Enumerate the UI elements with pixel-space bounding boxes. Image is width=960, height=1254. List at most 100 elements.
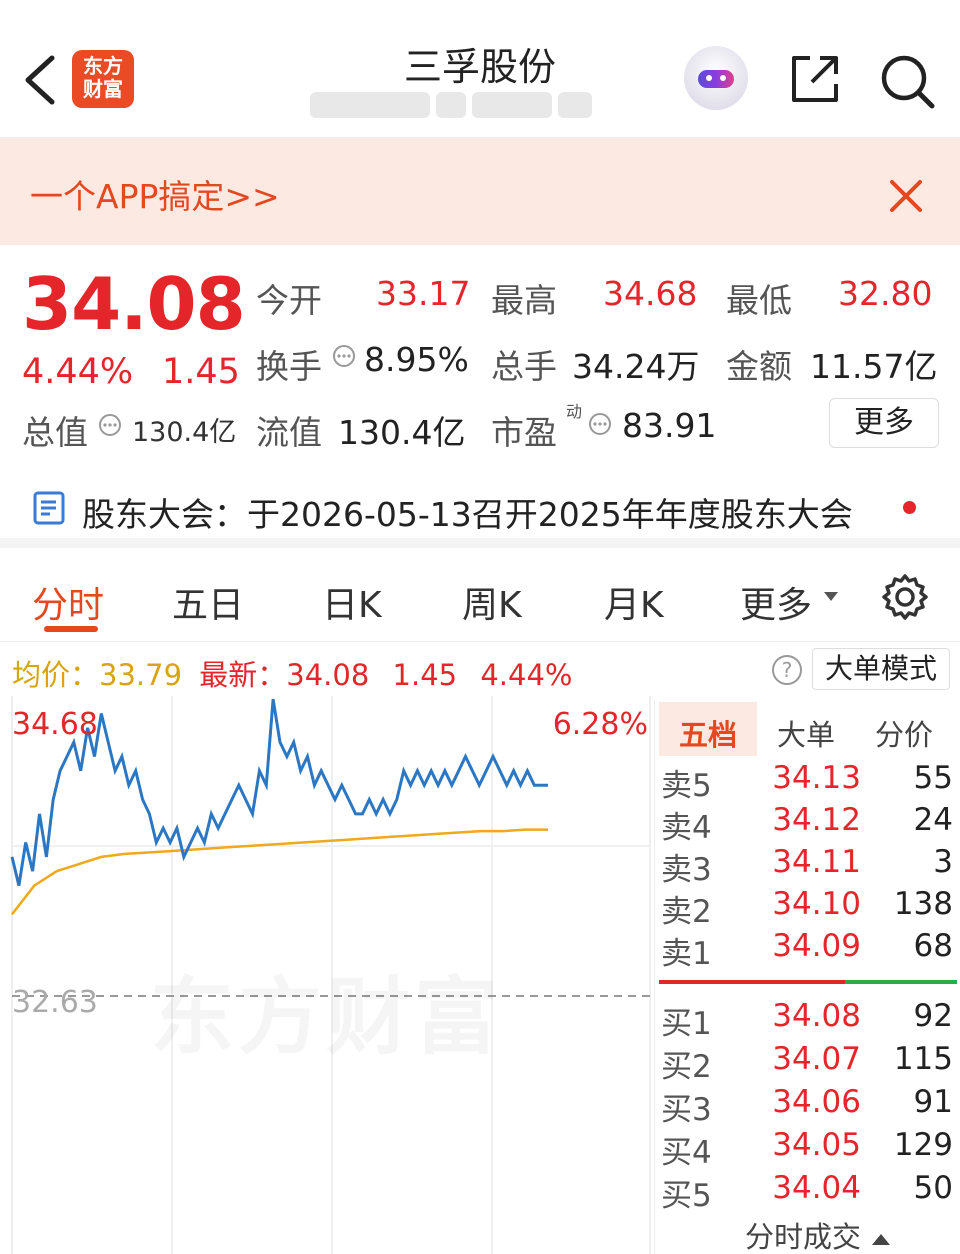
promo-banner[interactable]: 一个APP搞定>>: [0, 138, 960, 245]
sell-label: 卖1: [661, 936, 712, 972]
latest-change: 1.45: [392, 658, 458, 692]
tab-five-levels[interactable]: 五档: [679, 712, 737, 754]
buy-volume: 50: [913, 1170, 953, 1206]
tab-intraday[interactable]: 分时: [32, 576, 104, 628]
buy-row: 买1 34.08 92: [655, 998, 960, 1042]
stock-code-blurred[interactable]: [310, 92, 630, 124]
float-value: 130.4亿: [338, 413, 466, 452]
tab-five-day[interactable]: 五日: [172, 576, 244, 628]
sell-volume: 3: [933, 844, 953, 880]
chart-top-pct: 6.28%: [553, 707, 648, 742]
open-value: 33.17: [376, 274, 471, 313]
assistant-avatar-icon[interactable]: [684, 46, 748, 110]
sell-volume: 68: [913, 928, 953, 964]
buy-label: 买1: [661, 1006, 712, 1042]
intraday-trades-toggle[interactable]: 分时成交: [745, 1214, 892, 1254]
order-book: 五档 大单 分价 卖5 34.13 55 卖4 34.12 24 卖3 34.11 3 卖2…: [654, 700, 960, 1254]
info-dots-icon[interactable]: [98, 413, 122, 437]
buy-label: 买5: [661, 1178, 712, 1214]
sell-price: 34.09: [772, 928, 861, 964]
banner-text[interactable]: 一个APP搞定>>: [30, 170, 280, 218]
notice-text[interactable]: 股东大会：于2026-05-13召开2025年年度股东大会: [82, 488, 853, 536]
turnover-label: 换手: [256, 347, 322, 386]
notice-bar[interactable]: 股东大会：于2026-05-13召开2025年年度股东大会: [0, 468, 960, 548]
buy-price: 34.04: [772, 1170, 861, 1206]
float-value-label: 流值: [256, 413, 322, 452]
sell-price: 34.13: [772, 760, 861, 796]
sell-label: 卖3: [661, 852, 712, 888]
latest-value: 34.08: [286, 658, 370, 692]
buy-row: 买5 34.04 50: [655, 1170, 960, 1214]
avg-label: 均价：: [12, 658, 100, 692]
intraday-trades-label[interactable]: 分时成交: [745, 1220, 861, 1254]
buy-label: 买3: [661, 1092, 712, 1128]
sell-label: 卖5: [661, 768, 712, 804]
chart-period-tabs: 分时 五日 日K 周K 月K 更多: [0, 558, 960, 642]
sell-volume: 24: [913, 802, 953, 838]
change-percent: 4.44%: [22, 352, 134, 392]
sell-volume: 55: [913, 760, 953, 796]
share-icon[interactable]: [788, 52, 842, 106]
info-dots-icon[interactable]: [588, 412, 612, 436]
buy-row: 买3 34.06 91: [655, 1084, 960, 1128]
tab-weekly-k[interactable]: 周K: [462, 576, 522, 628]
search-icon[interactable]: [878, 52, 936, 110]
low-value: 32.80: [838, 274, 933, 313]
buy-price: 34.05: [772, 1127, 861, 1163]
sell-volume: 138: [893, 886, 953, 922]
turnover-value: 8.95%: [364, 340, 469, 379]
active-tab-indicator: [44, 626, 98, 632]
avg-price-line: [11, 828, 548, 916]
buy-sell-ratio-bar: [659, 980, 957, 984]
sell-row: 卖1 34.09 68: [655, 928, 960, 972]
buy-volume: 92: [913, 998, 953, 1034]
amount-value: 11.57亿: [810, 347, 938, 386]
app-header: 东方 财富 三孚股份: [0, 0, 960, 138]
sell-price: 34.12: [772, 802, 861, 838]
big-order-mode-button[interactable]: 大单模式: [812, 648, 950, 690]
sell-label: 卖4: [661, 810, 712, 846]
high-value: 34.68: [603, 274, 698, 313]
total-value-label: 总值: [22, 413, 88, 452]
amount-label: 金额: [726, 347, 792, 386]
latest-change-pct: 4.44%: [480, 658, 573, 692]
close-icon[interactable]: [888, 178, 924, 214]
more-quote-button[interactable]: 更多: [829, 398, 939, 448]
volume-value: 34.24万: [572, 347, 700, 386]
tab-more[interactable]: 更多: [740, 576, 812, 628]
sell-row: 卖3 34.11 3: [655, 844, 960, 888]
total-value: 130.4亿: [132, 417, 237, 448]
gear-icon[interactable]: [880, 572, 930, 622]
document-icon: [33, 491, 65, 525]
buy-row: 买2 34.07 115: [655, 1041, 960, 1085]
buy-volume: 115: [893, 1041, 953, 1077]
change-value: 1.45: [162, 352, 240, 392]
avg-value: 33.79: [99, 658, 183, 692]
open-label: 今开: [256, 281, 322, 320]
unread-dot: [903, 501, 916, 514]
chevron-up-icon[interactable]: [870, 1231, 892, 1247]
tab-monthly-k[interactable]: 月K: [604, 576, 664, 628]
chevron-down-icon[interactable]: [822, 590, 840, 604]
sell-row: 卖5 34.13 55: [655, 760, 960, 804]
buy-volume: 91: [913, 1084, 953, 1120]
buy-label: 买2: [661, 1049, 712, 1085]
watermark: 东方财富: [150, 950, 502, 1071]
sell-price: 34.11: [772, 844, 861, 880]
pe-label: 市盈: [491, 413, 557, 452]
high-label: 最高: [491, 281, 557, 320]
low-label: 最低: [726, 281, 792, 320]
buy-price: 34.06: [772, 1084, 861, 1120]
help-icon[interactable]: ?: [772, 655, 802, 685]
sell-row: 卖2 34.10 138: [655, 886, 960, 930]
chart-top-price: 34.68: [12, 707, 98, 742]
buy-label: 买4: [661, 1135, 712, 1171]
tab-daily-k[interactable]: 日K: [322, 576, 382, 628]
info-dots-icon[interactable]: [332, 344, 356, 368]
current-price: 34.08: [22, 262, 246, 346]
sell-row: 卖4 34.12 24: [655, 802, 960, 846]
buy-price: 34.07: [772, 1041, 861, 1077]
tab-big-orders[interactable]: 大单: [777, 712, 835, 754]
sell-price: 34.10: [772, 886, 861, 922]
tab-price-distribution[interactable]: 分价: [875, 712, 933, 754]
